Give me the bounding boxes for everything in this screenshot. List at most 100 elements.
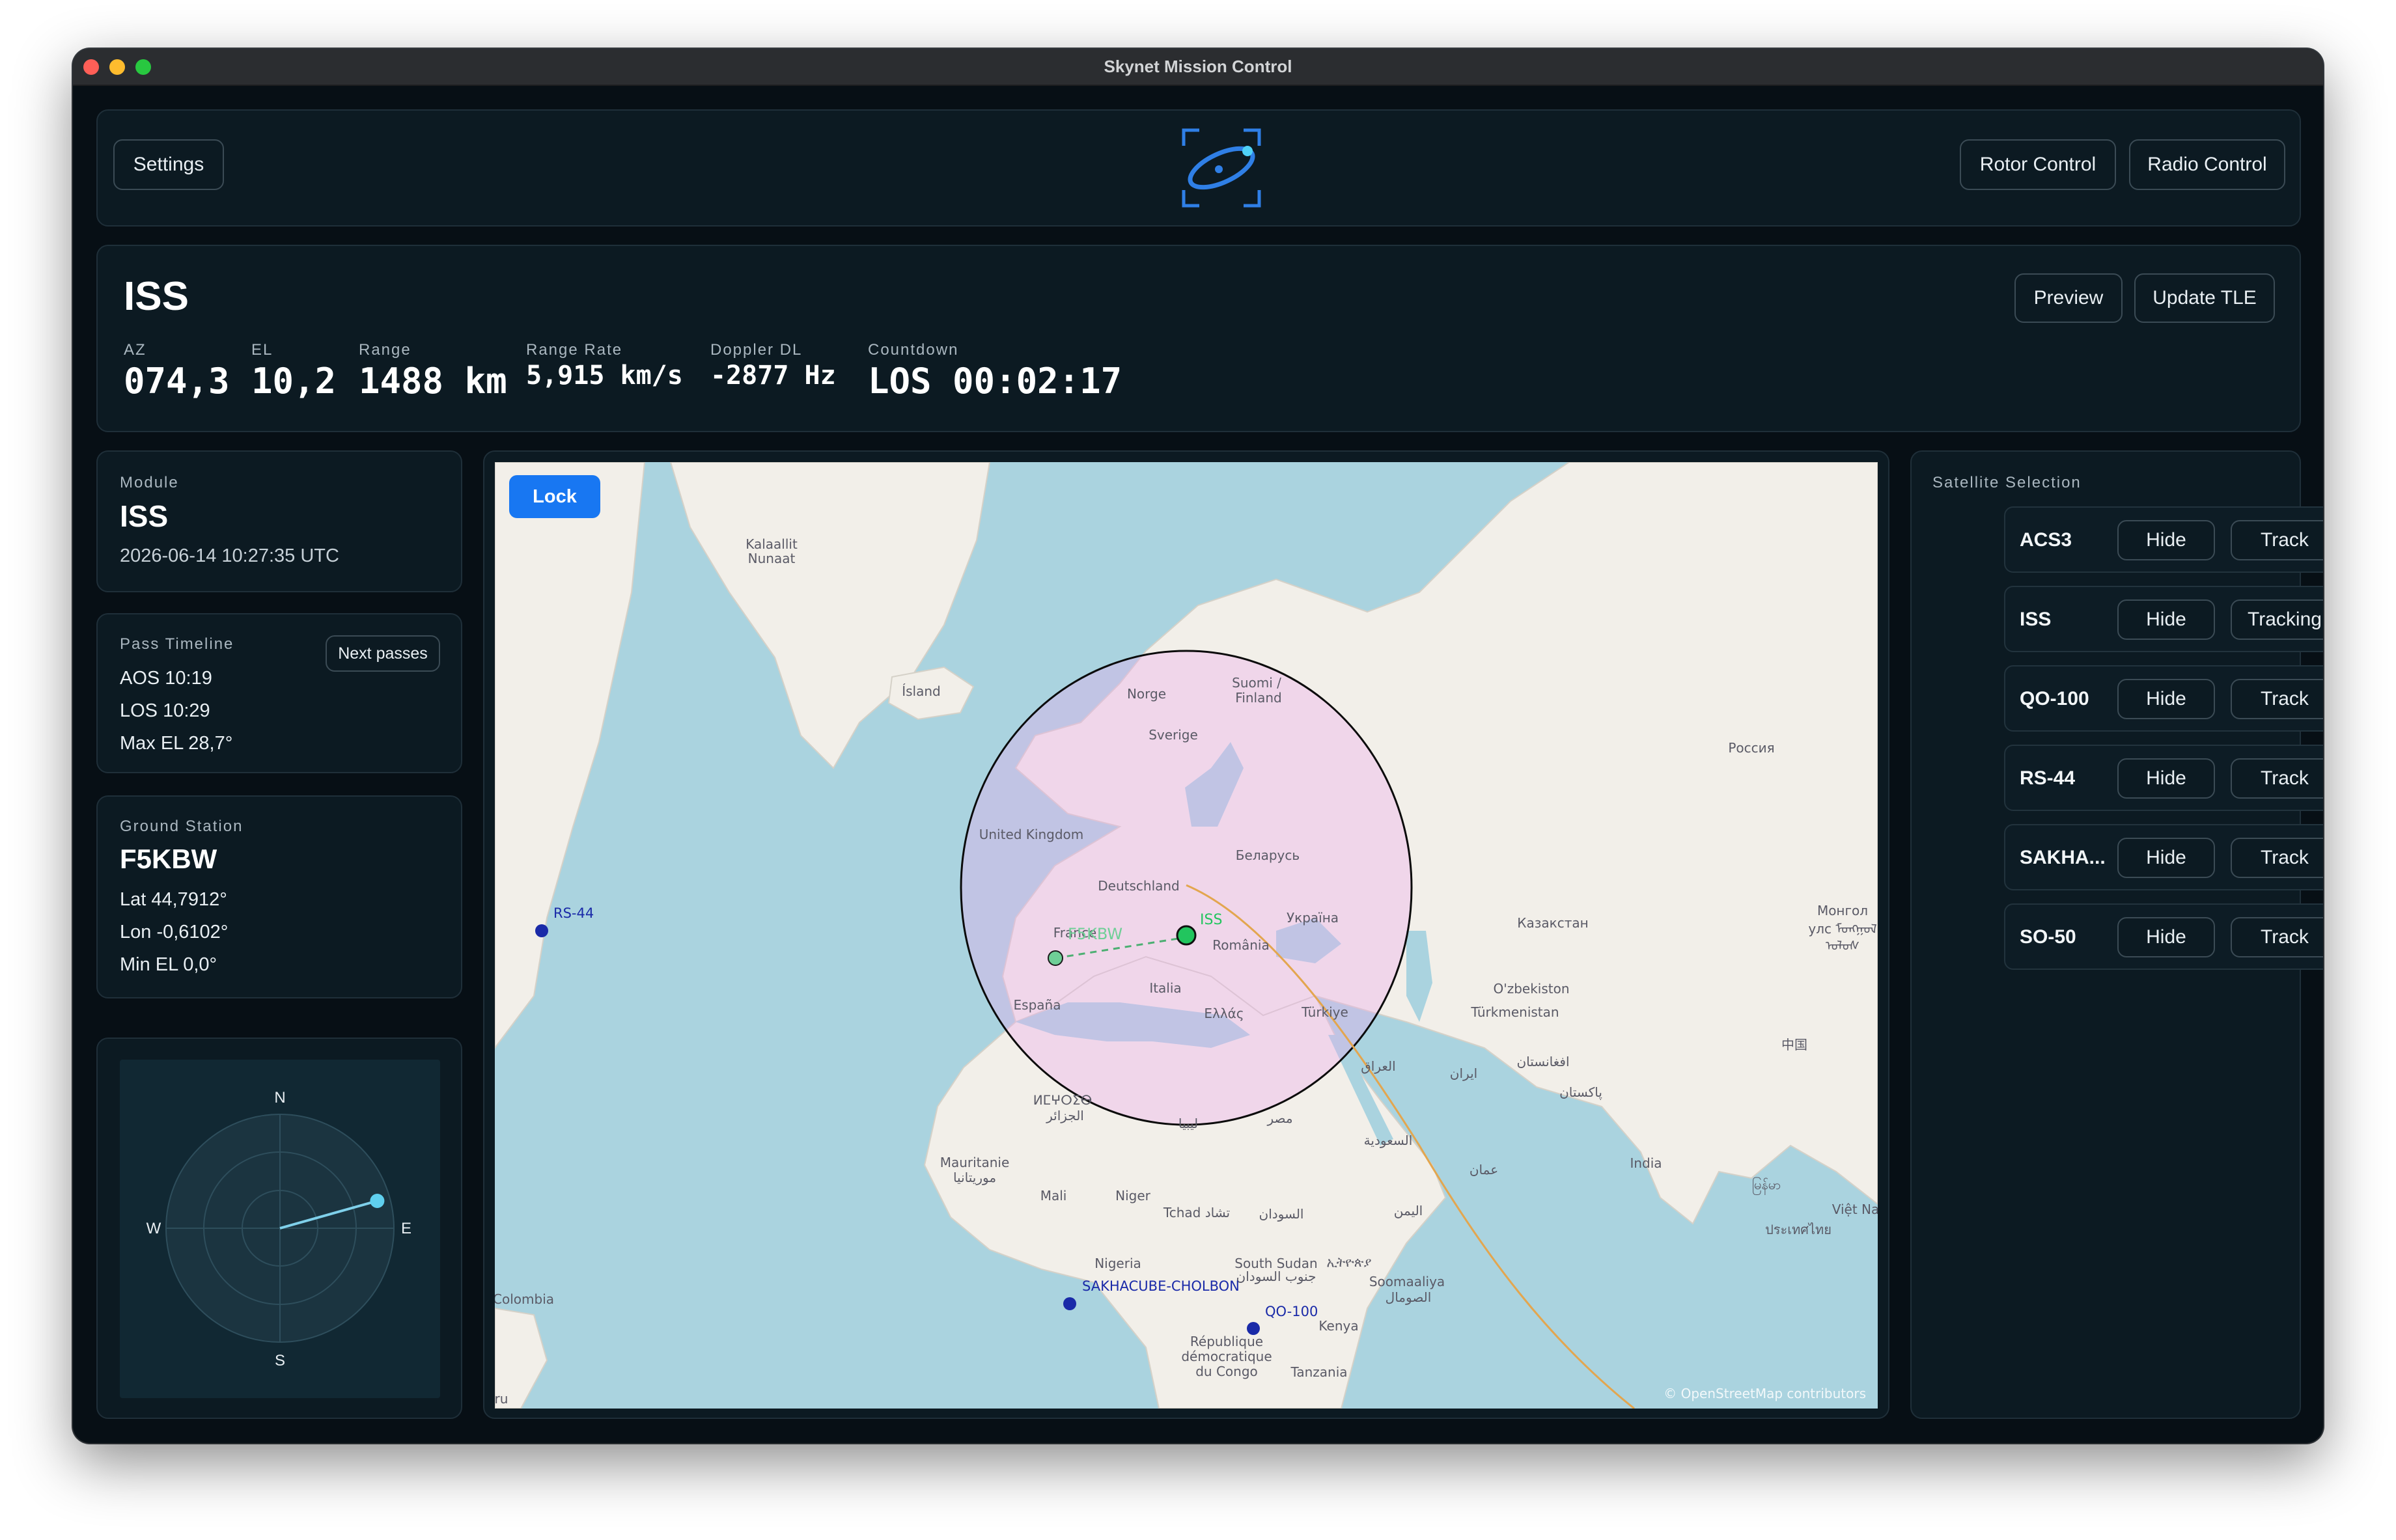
- place-kenya: Kenya: [1318, 1318, 1358, 1334]
- aos-time: AOS 10:19: [120, 668, 212, 689]
- place-ethiopia: ኢትዮጵያ: [1327, 1254, 1372, 1270]
- place-suomi: Suomi /: [1232, 675, 1281, 691]
- map-attribution: © OpenStreetMap contributors: [1664, 1386, 1866, 1401]
- place-rdc-1: République: [1190, 1334, 1263, 1349]
- satellite-row-rs44: RS-44 Hide Track: [2004, 745, 2323, 811]
- place-mongolia-3: ᠤᠯᠤᠰ: [1826, 938, 1860, 954]
- place-nigeria: Nigeria: [1094, 1256, 1141, 1271]
- sakhacube-map-label: SAKHACUBE-CHOLBON: [1082, 1278, 1240, 1294]
- ground-station-panel: Ground Station F5KBW Lat 44,7912° Lon -0…: [96, 795, 462, 998]
- los-time: LOS 10:29: [120, 700, 210, 721]
- preview-button[interactable]: Preview: [2014, 273, 2123, 323]
- place-mali: Mali: [1040, 1188, 1067, 1203]
- max-elevation: Max EL 28,7°: [120, 733, 233, 754]
- place-colombia: Colombia: [495, 1291, 554, 1307]
- place-saudi: السعودية: [1364, 1133, 1413, 1148]
- satellite-name: ACS3: [2020, 529, 2072, 551]
- place-mauritanie: Mauritanie: [940, 1155, 1010, 1170]
- place-russia: Россия: [1728, 740, 1774, 756]
- place-china: 中国: [1781, 1037, 1807, 1052]
- hide-button[interactable]: Hide: [2117, 917, 2215, 957]
- satellite-row-acs3: ACS3 Hide Track: [2004, 506, 2323, 573]
- place-norge: Norge: [1127, 686, 1166, 702]
- satellite-row-iss: ISS Hide Tracking: [2004, 586, 2323, 652]
- place-mauritanie-ar: موريتانيا: [953, 1170, 996, 1185]
- place-libya: ليبيا: [1178, 1116, 1198, 1131]
- track-button[interactable]: Track: [2231, 838, 2323, 878]
- track-button[interactable]: Track: [2231, 520, 2323, 560]
- west-label: W: [146, 1220, 161, 1237]
- place-tanzania: Tanzania: [1290, 1364, 1347, 1380]
- hide-button[interactable]: Hide: [2117, 758, 2215, 799]
- place-italia: Italia: [1149, 980, 1181, 996]
- update-tle-button[interactable]: Update TLE: [2134, 273, 2275, 323]
- ground-station-name: F5KBW: [120, 844, 217, 874]
- polar-plot-panel: N S W E: [96, 1038, 462, 1419]
- hide-button[interactable]: Hide: [2117, 679, 2215, 719]
- track-button[interactable]: Track: [2231, 679, 2323, 719]
- place-south-sudan-ar: جنوب السودان: [1236, 1269, 1316, 1284]
- doppler-label: Doppler DL: [710, 341, 803, 359]
- place-morocco-2: الجزائر: [1046, 1108, 1084, 1123]
- iss-map-label: ISS: [1200, 912, 1222, 928]
- place-niger: Niger: [1115, 1188, 1151, 1203]
- place-finland: Finland: [1235, 690, 1281, 706]
- place-thailand: ประเทศไทย: [1765, 1222, 1832, 1237]
- track-button[interactable]: Track: [2231, 917, 2323, 957]
- radio-control-button[interactable]: Radio Control: [2129, 139, 2285, 190]
- hide-button[interactable]: Hide: [2117, 520, 2215, 560]
- place-somalia: Soomaaliya: [1369, 1274, 1445, 1289]
- rotor-control-button[interactable]: Rotor Control: [1960, 139, 2116, 190]
- place-romania: România: [1212, 937, 1269, 953]
- iss-visibility-footprint: [960, 650, 1413, 1126]
- greenland-landmass: [669, 462, 991, 769]
- station-longitude: Lon -0,6102°: [120, 922, 229, 942]
- place-ellas: Ελλάς: [1204, 1006, 1244, 1021]
- qo100-marker[interactable]: [1247, 1322, 1260, 1335]
- place-turkmenistan: Türkmenistan: [1470, 1004, 1559, 1020]
- countdown-label: Countdown: [868, 341, 959, 359]
- place-kalaallit: Kalaallit: [745, 536, 798, 552]
- place-turkiye: Türkiye: [1301, 1004, 1348, 1020]
- tracking-button[interactable]: Tracking: [2231, 599, 2323, 640]
- north-label: N: [274, 1089, 285, 1107]
- settings-button[interactable]: Settings: [113, 139, 224, 190]
- range-rate-value: 5,915 km/s: [526, 361, 683, 391]
- place-espana: España: [1014, 997, 1061, 1013]
- place-afghanistan: افغانستان: [1516, 1054, 1569, 1069]
- hide-button[interactable]: Hide: [2117, 838, 2215, 878]
- place-ru: ru: [495, 1391, 508, 1407]
- place-myanmar: မြန်မာ: [1752, 1177, 1781, 1195]
- hide-button[interactable]: Hide: [2117, 599, 2215, 640]
- satellite-name: SAKHA...: [2020, 847, 2106, 868]
- lock-button[interactable]: Lock: [509, 475, 600, 518]
- satellite-orbit-logo-icon: [1181, 128, 1262, 208]
- track-button[interactable]: Track: [2231, 758, 2323, 799]
- place-yemen: اليمن: [1394, 1203, 1423, 1218]
- north-america-landmass: [495, 462, 646, 1049]
- place-rdc-3: du Congo: [1195, 1364, 1258, 1379]
- pass-timeline-panel: Pass Timeline Next passes AOS 10:19 LOS …: [96, 613, 462, 773]
- az-label: AZ: [124, 341, 146, 359]
- place-oman: عمان: [1470, 1162, 1498, 1177]
- module-timestamp: 2026-06-14 10:27:35 UTC: [120, 545, 339, 566]
- qo100-map-label: QO-100: [1265, 1304, 1318, 1319]
- place-uk: United Kingdom: [979, 827, 1084, 842]
- place-island: Ísland: [902, 683, 941, 699]
- rs44-marker[interactable]: [535, 924, 548, 937]
- el-value: 10,2: [251, 361, 337, 402]
- pass-timeline-label: Pass Timeline: [120, 635, 234, 653]
- place-vietnam: Việt Na: [1832, 1202, 1878, 1217]
- map-view[interactable]: Kalaallit Nunaat Ísland Norge Sverige Su…: [495, 462, 1878, 1409]
- module-panel: Module ISS 2026-06-14 10:27:35 UTC: [96, 450, 462, 592]
- countdown-value: LOS 00:02:17: [868, 361, 1122, 402]
- place-kazakhstan: Казакстан: [1517, 915, 1588, 931]
- ground-station-marker[interactable]: [1048, 950, 1063, 966]
- rs44-map-label: RS-44: [553, 905, 594, 921]
- iss-marker[interactable]: [1176, 925, 1197, 946]
- next-passes-button[interactable]: Next passes: [326, 635, 440, 672]
- place-rdc-2: démocratique: [1181, 1349, 1272, 1364]
- sakhacube-marker[interactable]: [1063, 1297, 1076, 1310]
- place-sverige: Sverige: [1149, 727, 1198, 743]
- satellite-row-qo100: QO-100 Hide Track: [2004, 665, 2323, 732]
